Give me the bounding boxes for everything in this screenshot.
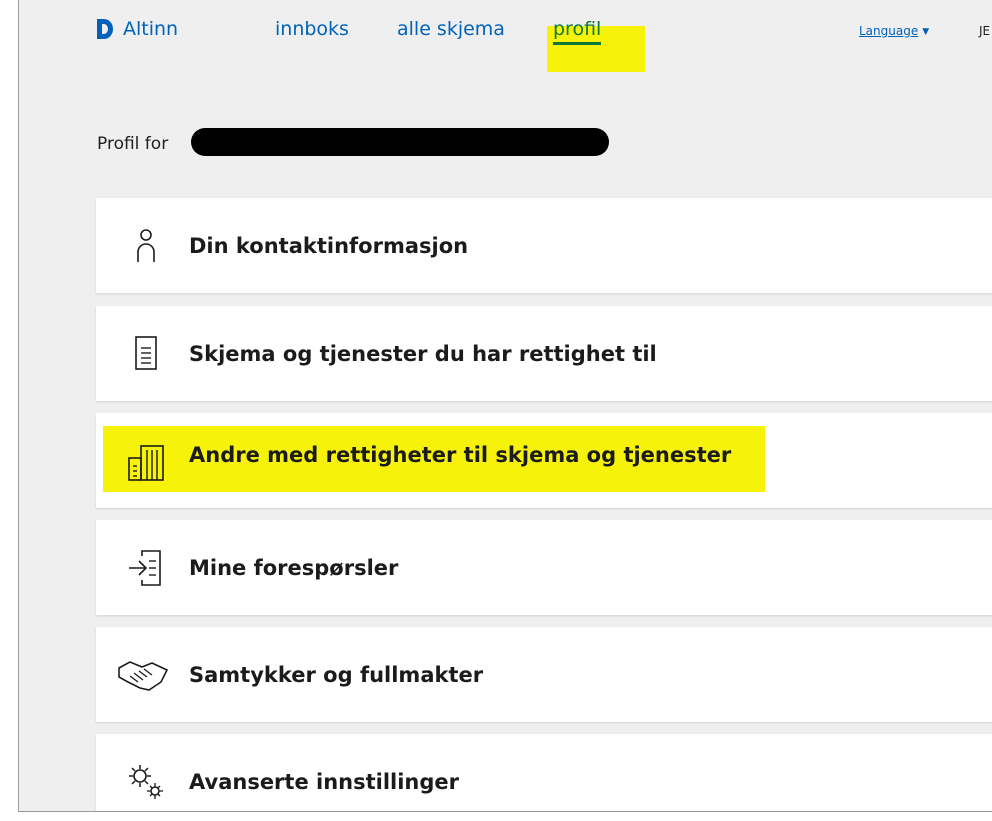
building-icon xyxy=(128,445,164,481)
logo-text: Altinn xyxy=(123,18,179,40)
card-label: Din kontaktinformasjon xyxy=(189,233,469,258)
nav-inbox[interactable]: innboks xyxy=(275,18,349,40)
altinn-logo[interactable]: Altinn xyxy=(95,18,178,40)
card-my-requests[interactable]: Mine forespørsler xyxy=(96,520,992,615)
card-label: Mine forespørsler xyxy=(189,555,399,580)
card-contact-info[interactable]: Din kontaktinformasjon xyxy=(96,198,992,293)
language-label: Language xyxy=(859,24,919,38)
request-arrow-icon xyxy=(129,549,161,586)
person-icon xyxy=(137,228,155,262)
handshake-icon xyxy=(118,660,169,691)
altinn-logo-icon xyxy=(97,19,113,39)
gears-icon xyxy=(129,764,163,799)
card-label: Skjema og tjenester du har rettighet til xyxy=(189,341,657,366)
card-consents[interactable]: Samtykker og fullmakter xyxy=(96,627,992,722)
card-label: Samtykker og fullmakter xyxy=(189,662,484,687)
nav-all-forms[interactable]: alle skjema xyxy=(397,18,505,40)
document-icon xyxy=(135,335,157,370)
card-advanced-settings[interactable]: Avanserte innstillinger xyxy=(96,734,992,811)
redacted-name xyxy=(191,128,609,156)
profile-for-label: Profil for xyxy=(97,134,169,154)
card-forms-rights[interactable]: Skjema og tjenester du har rettighet til xyxy=(96,306,992,401)
nav-profile[interactable]: profil xyxy=(553,18,602,45)
card-label-overlay: Andre med rettigheter til skjema og tjen… xyxy=(189,443,732,467)
language-selector[interactable]: Language ▼ xyxy=(859,24,929,38)
page-frame: Altinn innboks alle skjema profil Langua… xyxy=(18,0,992,812)
user-initials[interactable]: JE xyxy=(979,24,990,38)
caret-down-icon: ▼ xyxy=(922,26,930,37)
card-label: Avanserte innstillinger xyxy=(189,769,460,794)
